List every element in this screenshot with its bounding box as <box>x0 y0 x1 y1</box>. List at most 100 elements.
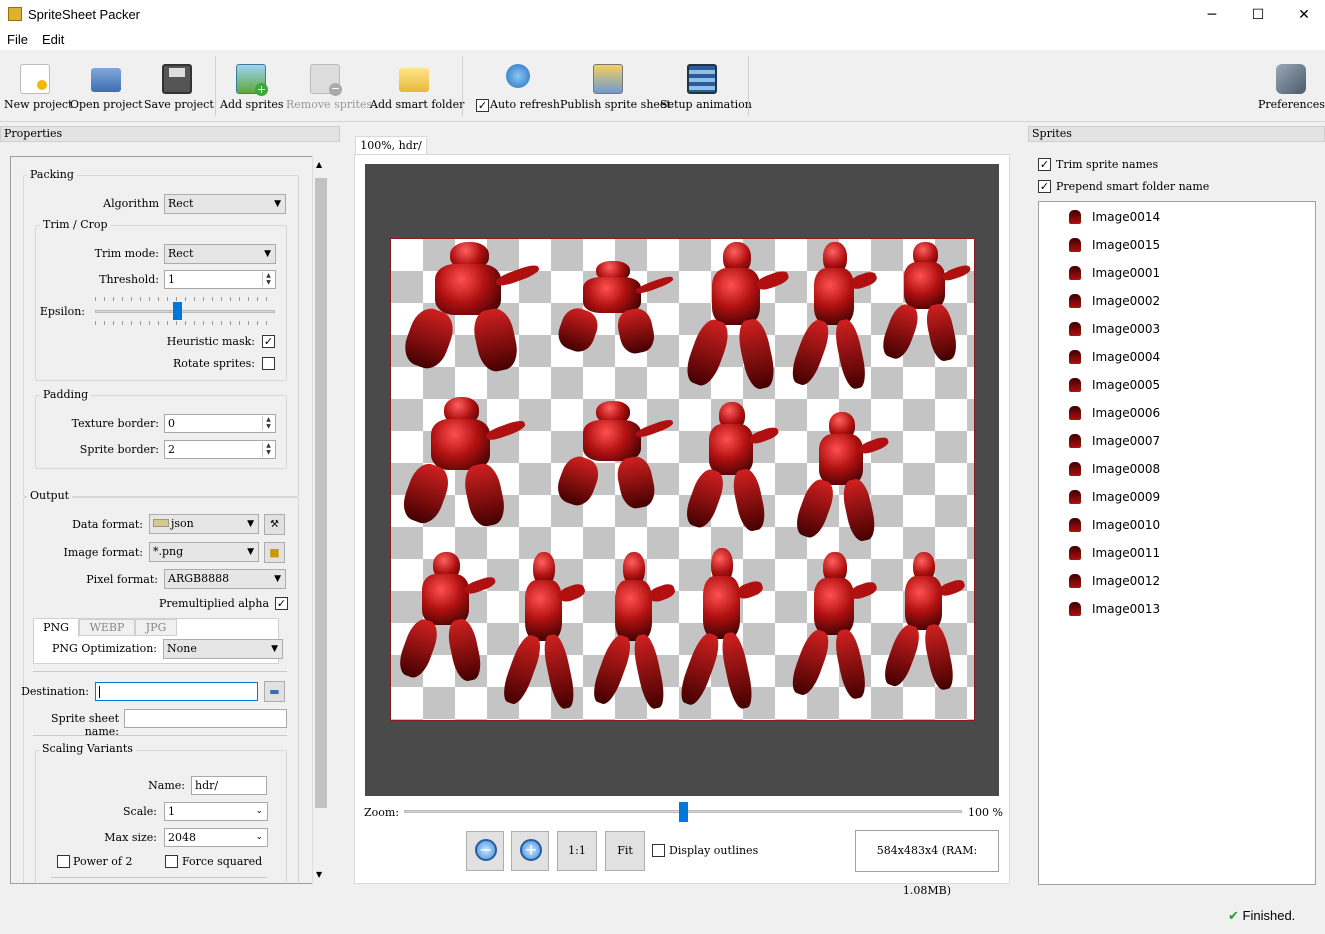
preferences-button[interactable]: Preferences <box>1258 50 1325 118</box>
image-format-lock-button[interactable]: ■ <box>264 542 285 563</box>
menu-edit[interactable]: Edit <box>42 32 64 47</box>
display-outlines-label: Display outlines <box>669 844 759 857</box>
sprite-list-item[interactable]: Image0003 <box>1039 320 1309 340</box>
publish-icon <box>593 64 623 94</box>
setup-animation-label: Setup animation <box>660 98 752 111</box>
zoom-in-button[interactable]: + <box>511 831 549 871</box>
tab-preview[interactable]: 100%, hdr/ <box>355 136 427 155</box>
tab-jpg[interactable]: JPG <box>135 619 177 636</box>
sprite-sheet-name-input[interactable] <box>124 709 287 728</box>
sprite-list-item[interactable]: Image0005 <box>1039 376 1309 396</box>
close-button[interactable]: ✕ <box>1281 0 1325 30</box>
threshold-spinbox[interactable]: 1 ▲ ▼ <box>164 270 276 289</box>
variant-name-label: Name: <box>148 779 185 792</box>
heuristic-mask-checkbox[interactable]: ✓ <box>262 335 275 348</box>
sprite-thumbnail-icon <box>1069 546 1081 560</box>
folder-icon: ▬ <box>269 685 280 698</box>
browse-folder-button[interactable]: ▬ <box>264 681 285 702</box>
variant-name-input[interactable]: hdr/ <box>191 776 267 795</box>
zoom-out-button[interactable]: − <box>466 831 504 871</box>
menu-file[interactable]: File <box>7 32 28 47</box>
scaling-variants-title: Scaling Variants <box>39 742 136 755</box>
scale-select[interactable]: 1 ⌄ <box>164 802 268 821</box>
epsilon-slider[interactable] <box>95 297 275 327</box>
minimize-button[interactable]: ─ <box>1189 0 1235 30</box>
sprite-list-item[interactable]: Image0011 <box>1039 544 1309 564</box>
sprites-list[interactable]: Image0014 Image0015 Image0001 Image0002 Imag… <box>1038 201 1316 885</box>
add-sprites-button[interactable]: + Add sprites <box>220 50 284 118</box>
sprite-list-item[interactable]: Image0002 <box>1039 292 1309 312</box>
prepend-folder-name-label: Prepend smart folder name <box>1056 180 1210 193</box>
epsilon-slider-thumb[interactable] <box>173 302 182 320</box>
prepend-folder-name-checkbox[interactable]: ✓ <box>1038 180 1051 193</box>
sprite-list-item[interactable]: Image0014 <box>1039 208 1309 228</box>
properties-scrollbar[interactable]: ▲ ▼ <box>312 156 328 884</box>
destination-input[interactable] <box>95 682 258 701</box>
zoom-slider[interactable] <box>404 797 962 827</box>
power-of-2-checkbox[interactable] <box>57 855 70 868</box>
tab-webp[interactable]: WEBP <box>79 619 135 636</box>
data-format-settings-button[interactable]: ⚒ <box>264 514 285 535</box>
actual-size-button[interactable]: 1:1 <box>557 831 597 871</box>
auto-refresh-toggle[interactable]: ✓ Auto refresh <box>470 50 560 118</box>
sprite-list-item[interactable]: Image0007 <box>1039 432 1309 452</box>
sprite-list-item[interactable]: Image0013 <box>1039 600 1309 620</box>
sprite-image <box>879 549 966 699</box>
sprite-list-item[interactable]: Image0004 <box>1039 348 1309 368</box>
remove-sprites-button[interactable]: − Remove sprites <box>286 50 372 118</box>
lock-icon: ■ <box>269 546 280 559</box>
scroll-down-icon[interactable]: ▼ <box>316 870 322 879</box>
tab-png[interactable]: PNG <box>33 618 79 637</box>
add-smart-folder-button[interactable]: Add smart folder <box>370 50 464 118</box>
display-outlines-checkbox[interactable] <box>652 844 665 857</box>
force-squared-checkbox[interactable] <box>165 855 178 868</box>
new-project-button[interactable]: New project <box>4 50 72 118</box>
maximize-button[interactable]: ☐ <box>1235 0 1281 30</box>
properties-header: Properties <box>0 126 340 142</box>
sprite-name: Image0008 <box>1092 462 1161 476</box>
sprite-image <box>547 399 677 514</box>
open-project-button[interactable]: Open project <box>70 50 143 118</box>
texture-border-spinbox[interactable]: 0 ▲ ▼ <box>164 414 276 433</box>
trim-mode-select[interactable]: Rect ▼ <box>164 244 276 264</box>
output-title: Output <box>27 489 73 502</box>
menu-bar: File Edit <box>0 30 1325 50</box>
sprite-border-spinbox[interactable]: 2 ▲ ▼ <box>164 440 276 459</box>
sprite-name: Image0004 <box>1092 350 1161 364</box>
sprite-list-item[interactable]: Image0009 <box>1039 488 1309 508</box>
sprite-image <box>787 239 879 399</box>
algorithm-select[interactable]: Rect ▼ <box>164 194 286 214</box>
check-icon: ✔ <box>1228 909 1239 924</box>
trim-sprite-names-checkbox[interactable]: ✓ <box>1038 158 1051 171</box>
scroll-up-icon[interactable]: ▲ <box>316 160 322 169</box>
toolbar: New project Open project Save project + … <box>0 50 1325 122</box>
fit-button[interactable]: Fit <box>605 831 645 871</box>
zoom-slider-thumb[interactable] <box>679 802 688 822</box>
padding-title: Padding <box>40 388 92 401</box>
sprite-thumbnail-icon <box>1069 434 1081 448</box>
png-optimization-select[interactable]: None ▼ <box>163 639 283 659</box>
sprite-list-item[interactable]: Image0010 <box>1039 516 1309 536</box>
auto-refresh-checkbox[interactable]: ✓ <box>476 99 489 112</box>
rotate-sprites-checkbox[interactable] <box>262 357 275 370</box>
setup-animation-button[interactable]: Setup animation <box>660 50 752 118</box>
sprite-thumbnail-icon <box>1069 266 1081 280</box>
smart-folder-icon <box>399 68 429 92</box>
trim-title: Trim / Crop <box>40 218 111 231</box>
premultiplied-alpha-checkbox[interactable]: ✓ <box>275 597 288 610</box>
sprite-list-item[interactable]: Image0006 <box>1039 404 1309 424</box>
max-size-select[interactable]: 2048 ⌄ <box>164 828 268 847</box>
wrench-icon: ⚒ <box>270 519 279 530</box>
save-project-button[interactable]: Save project <box>144 50 214 118</box>
image-format-select[interactable]: *.png ▼ <box>149 542 259 562</box>
data-format-select[interactable]: json ▼ <box>149 514 259 534</box>
scrollbar-thumb[interactable] <box>315 178 327 808</box>
threshold-label: Threshold: <box>99 273 159 286</box>
sprite-list-item[interactable]: Image0008 <box>1039 460 1309 480</box>
publish-sprite-sheet-button[interactable]: Publish sprite sheet <box>560 50 671 118</box>
pixel-format-select[interactable]: ARGB8888 ▼ <box>164 569 286 589</box>
sprite-list-item[interactable]: Image0012 <box>1039 572 1309 592</box>
sprite-list-item[interactable]: Image0015 <box>1039 236 1309 256</box>
sprite-list-item[interactable]: Image0001 <box>1039 264 1309 284</box>
sprite-thumbnail-icon <box>1069 350 1081 364</box>
